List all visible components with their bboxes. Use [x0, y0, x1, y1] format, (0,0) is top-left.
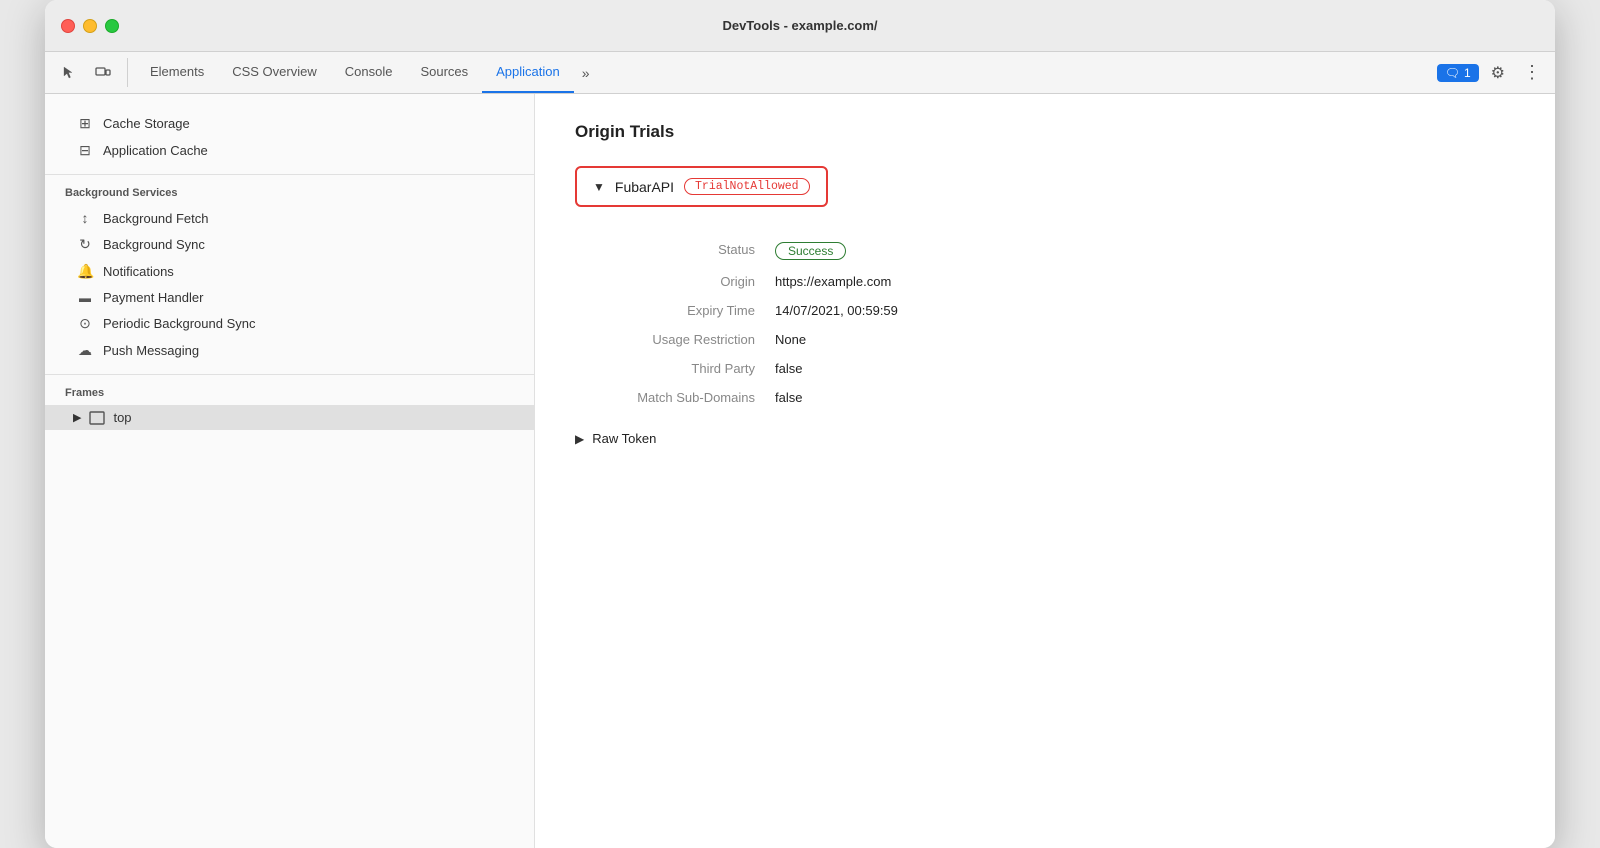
devices-icon	[95, 65, 111, 81]
data-row-match-subdomains: Match Sub-Domains false	[575, 383, 1515, 412]
toolbar: Elements CSS Overview Console Sources Ap…	[45, 52, 1555, 94]
top-arrow-icon: ▶	[73, 411, 81, 424]
storage-section: ⊞ Cache Storage ⊟ Application Cache	[45, 102, 534, 175]
sidebar: ⊞ Cache Storage ⊟ Application Cache Back…	[45, 94, 535, 848]
tab-elements[interactable]: Elements	[136, 52, 218, 93]
raw-token-label: Raw Token	[592, 431, 656, 446]
cache-storage-icon: ⊞	[77, 115, 93, 132]
sidebar-item-cache-storage[interactable]: ⊞ Cache Storage	[45, 110, 534, 137]
toolbar-right: 🗨 1 ⚙ ⋮	[1437, 52, 1547, 93]
data-label-usage: Usage Restriction	[575, 332, 775, 347]
background-sync-icon: ↻	[77, 236, 93, 253]
tab-css-overview[interactable]: CSS Overview	[218, 52, 331, 93]
main-panel: Origin Trials ▼ FubarAPI TrialNotAllowed…	[535, 94, 1555, 848]
devtools-window: DevTools - example.com/ Elements CSS Ove…	[45, 0, 1555, 848]
close-button[interactable]	[61, 19, 75, 33]
data-value-usage: None	[775, 332, 806, 347]
notification-icon: 🗨	[1445, 66, 1460, 80]
sidebar-item-label: Push Messaging	[103, 343, 199, 358]
sidebar-item-top[interactable]: ▶ top	[45, 405, 534, 430]
push-messaging-icon: ☁	[77, 342, 93, 359]
api-expand-arrow: ▼	[593, 180, 605, 194]
tab-sources[interactable]: Sources	[406, 52, 482, 93]
frames-section: Frames ▶ top	[45, 375, 534, 440]
data-value-match-subdomains: false	[775, 390, 802, 405]
sidebar-item-label: Notifications	[103, 264, 174, 279]
raw-token-row[interactable]: ▶ Raw Token	[575, 424, 1515, 453]
data-value-origin: https://example.com	[775, 274, 891, 289]
sidebar-item-label: Periodic Background Sync	[103, 316, 255, 331]
maximize-button[interactable]	[105, 19, 119, 33]
cursor-icon	[61, 65, 77, 81]
frames-title: Frames	[45, 383, 534, 405]
sidebar-item-periodic-background-sync[interactable]: ⊙ Periodic Background Sync	[45, 310, 534, 337]
toolbar-tabs: Elements CSS Overview Console Sources Ap…	[136, 52, 1435, 93]
settings-button[interactable]: ⚙	[1485, 59, 1511, 87]
main-content: ⊞ Cache Storage ⊟ Application Cache Back…	[45, 94, 1555, 848]
sidebar-item-notifications[interactable]: 🔔 Notifications	[45, 258, 534, 285]
tab-more-button[interactable]: »	[574, 52, 598, 93]
data-row-origin: Origin https://example.com	[575, 267, 1515, 296]
status-success-badge: Success	[775, 242, 846, 260]
sidebar-item-push-messaging[interactable]: ☁ Push Messaging	[45, 337, 534, 364]
data-label-status: Status	[575, 242, 775, 260]
more-menu-button[interactable]: ⋮	[1517, 58, 1547, 87]
device-toggle-button[interactable]	[87, 52, 119, 93]
periodic-background-sync-icon: ⊙	[77, 315, 93, 332]
window-title: DevTools - example.com/	[722, 18, 877, 33]
toolbar-divider	[127, 58, 128, 87]
titlebar: DevTools - example.com/	[45, 0, 1555, 52]
payment-handler-icon: ▬	[77, 291, 93, 305]
sidebar-item-background-sync[interactable]: ↻ Background Sync	[45, 231, 534, 258]
application-cache-icon: ⊟	[77, 142, 93, 159]
data-label-match-subdomains: Match Sub-Domains	[575, 390, 775, 405]
tab-application[interactable]: Application	[482, 52, 574, 93]
background-fetch-icon: ↕	[77, 210, 93, 226]
data-label-expiry: Expiry Time	[575, 303, 775, 318]
background-services-section: Background Services ↕ Background Fetch ↻…	[45, 175, 534, 375]
sidebar-item-application-cache[interactable]: ⊟ Application Cache	[45, 137, 534, 164]
data-label-third-party: Third Party	[575, 361, 775, 376]
sidebar-item-label: Cache Storage	[103, 116, 190, 131]
panel-title: Origin Trials	[575, 122, 1515, 142]
data-value-third-party: false	[775, 361, 802, 376]
sidebar-item-label: Background Sync	[103, 237, 205, 252]
sidebar-item-label: top	[113, 410, 131, 425]
minimize-button[interactable]	[83, 19, 97, 33]
sidebar-item-background-fetch[interactable]: ↕ Background Fetch	[45, 205, 534, 231]
api-name: FubarAPI	[615, 179, 674, 195]
data-row-expiry: Expiry Time 14/07/2021, 00:59:59	[575, 296, 1515, 325]
sidebar-item-label: Application Cache	[103, 143, 208, 158]
sidebar-item-label: Background Fetch	[103, 211, 209, 226]
data-row-third-party: Third Party false	[575, 354, 1515, 383]
background-services-title: Background Services	[45, 183, 534, 205]
raw-token-arrow: ▶	[575, 432, 584, 446]
frame-icon	[89, 411, 105, 425]
api-row[interactable]: ▼ FubarAPI TrialNotAllowed	[575, 166, 828, 207]
sidebar-item-label: Payment Handler	[103, 290, 203, 305]
sidebar-item-payment-handler[interactable]: ▬ Payment Handler	[45, 285, 534, 310]
data-value-expiry: 14/07/2021, 00:59:59	[775, 303, 898, 318]
notification-badge[interactable]: 🗨 1	[1437, 64, 1479, 82]
notifications-icon: 🔔	[77, 263, 93, 280]
traffic-lights	[61, 19, 119, 33]
data-row-status: Status Success	[575, 235, 1515, 267]
api-status-badge: TrialNotAllowed	[684, 178, 810, 195]
data-row-usage: Usage Restriction None	[575, 325, 1515, 354]
inspector-icon-button[interactable]	[53, 52, 85, 93]
notification-count: 1	[1464, 66, 1471, 80]
data-label-origin: Origin	[575, 274, 775, 289]
tab-console[interactable]: Console	[331, 52, 407, 93]
